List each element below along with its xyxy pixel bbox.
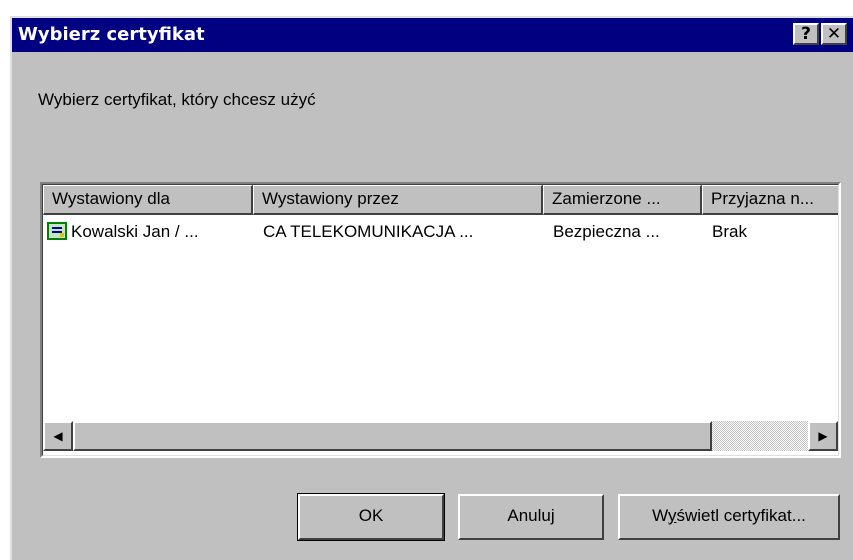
horizontal-scrollbar[interactable]: ◀ ▶ bbox=[43, 421, 838, 451]
column-issued-by[interactable]: Wystawiony przez bbox=[253, 185, 543, 215]
view-certificate-label-prefix: W bbox=[652, 506, 668, 525]
scroll-right-arrow-icon[interactable]: ▶ bbox=[808, 421, 838, 451]
scroll-left-arrow-icon[interactable]: ◀ bbox=[43, 421, 73, 451]
column-friendly-name[interactable]: Przyjazna n... bbox=[702, 185, 838, 215]
cell-intended-purposes: Bezpieczna ... bbox=[553, 222, 660, 241]
column-intended-purposes[interactable]: Zamierzone ... bbox=[543, 185, 702, 215]
cell-friendly-name: Brak bbox=[712, 222, 747, 241]
cell-issued-to: Kowalski Jan / ... bbox=[71, 222, 199, 241]
select-certificate-dialog: Wybierz certyfikat ? ✕ Wybierz certyfika… bbox=[10, 16, 853, 560]
certificate-list[interactable]: Wystawiony dla Wystawiony przez Zamierzo… bbox=[40, 182, 841, 458]
title-bar[interactable]: Wybierz certyfikat ? ✕ bbox=[12, 18, 853, 52]
cancel-button[interactable]: Anuluj bbox=[458, 494, 604, 540]
certificate-icon bbox=[47, 222, 67, 240]
window-title: Wybierz certyfikat bbox=[18, 24, 205, 45]
scroll-thumb[interactable] bbox=[73, 421, 712, 451]
cell-issued-by: CA TELEKOMUNIKACJA ... bbox=[263, 222, 474, 241]
scroll-track[interactable] bbox=[73, 421, 808, 451]
help-button[interactable]: ? bbox=[793, 23, 819, 45]
list-header: Wystawiony dla Wystawiony przez Zamierzo… bbox=[43, 185, 838, 215]
ok-button[interactable]: OK bbox=[297, 493, 445, 541]
view-certificate-button[interactable]: Wyświetl certyfikat... bbox=[618, 494, 840, 540]
column-issued-to[interactable]: Wystawiony dla bbox=[43, 185, 253, 215]
close-button[interactable]: ✕ bbox=[821, 23, 847, 45]
table-row[interactable]: Kowalski Jan / ... CA TELEKOMUNIKACJA ..… bbox=[43, 219, 838, 245]
instruction-text: Wybierz certyfikat, który chcesz użyć bbox=[38, 90, 316, 109]
view-certificate-label-rest: świetl certyfikat... bbox=[676, 506, 806, 525]
